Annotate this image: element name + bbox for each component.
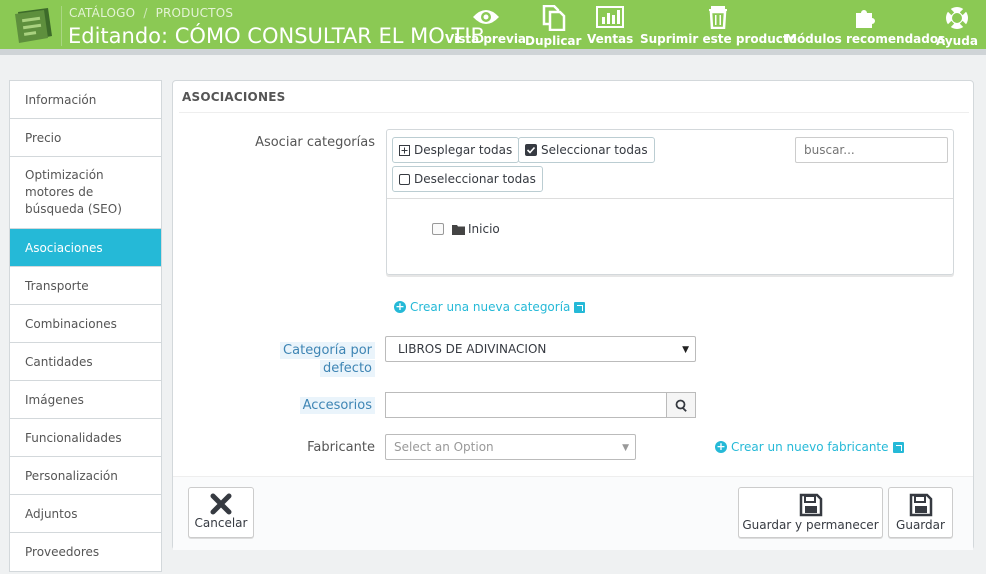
panel-title-divider: [179, 112, 969, 113]
lifebuoy-icon: [945, 7, 968, 29]
accessories-label-text: Accesorios: [299, 397, 375, 414]
recommended-modules-button[interactable]: Módulos recomendados: [785, 5, 945, 46]
tab-attachments[interactable]: Adjuntos: [10, 495, 161, 533]
tab-information[interactable]: Información: [10, 81, 161, 119]
breadcrumb-catalog[interactable]: CATÁLOGO: [69, 6, 135, 20]
tab-seo[interactable]: Optimización motores de búsqueda (SEO): [10, 157, 161, 229]
product-tabs: Información Precio Optimización motores …: [9, 80, 162, 572]
help-button[interactable]: Ayuda: [936, 5, 978, 48]
select-all-button[interactable]: Seleccionar todas: [518, 137, 655, 163]
root-category-label[interactable]: Inicio: [468, 222, 500, 236]
category-search-input[interactable]: [795, 137, 948, 163]
save-and-stay-button[interactable]: Guardar y permanecer: [738, 487, 883, 538]
manufacturer-label: Fabricante: [307, 440, 375, 455]
category-tree: Desplegar todas Seleccionar todas Desele…: [386, 129, 954, 275]
tab-quantities[interactable]: Cantidades: [10, 343, 161, 381]
delete-product-button[interactable]: Suprimir este producto: [640, 5, 797, 46]
external-link-icon: [574, 301, 586, 313]
recommended-modules-label: Módulos recomendados: [785, 32, 946, 46]
tab-seo-label: Optimización motores de búsqueda (SEO): [25, 168, 122, 216]
search-icon: [675, 399, 687, 412]
tab-shipping[interactable]: Transporte: [10, 267, 161, 305]
new-category-label: Crear una nueva categoría: [410, 300, 571, 314]
plus-square-icon: [399, 144, 410, 156]
tab-features[interactable]: Funcionalidades: [10, 419, 161, 457]
breadcrumb-separator: /: [143, 6, 148, 20]
root-category-checkbox[interactable]: [432, 223, 444, 235]
accessories-input[interactable]: [385, 392, 667, 418]
caret-down-icon: ▼: [682, 345, 689, 355]
tab-suppliers[interactable]: Proveedores: [10, 533, 161, 571]
caret-down-icon: ▼: [622, 443, 629, 453]
copy-icon: [542, 5, 566, 31]
duplicate-button[interactable]: Duplicar: [525, 5, 581, 48]
check-square-icon: [525, 144, 537, 156]
help-label: Ayuda: [936, 34, 978, 48]
puzzle-icon: [856, 10, 876, 28]
plus-circle-icon: +: [394, 300, 406, 313]
panel-footer: Cancelar Guardar y permanecer Guardar: [173, 476, 973, 550]
default-category-label: Categoría por defecto: [280, 342, 375, 378]
external-link-icon: [892, 441, 904, 453]
preview-button[interactable]: Vista previa: [445, 5, 526, 46]
new-manufacturer-link[interactable]: + Crear un nuevo fabricante: [715, 440, 904, 454]
new-category-link[interactable]: + Crear una nueva categoría: [394, 300, 586, 314]
delete-product-label: Suprimir este producto: [640, 32, 797, 46]
cancel-button[interactable]: Cancelar: [188, 487, 254, 538]
associations-panel: ASOCIACIONES Asociar categorías Desplega…: [172, 80, 974, 550]
tab-images[interactable]: Imágenes: [10, 381, 161, 419]
trash-icon: [709, 6, 728, 29]
tab-customization[interactable]: Personalización: [10, 457, 161, 495]
new-manufacturer-label: Crear un nuevo fabricante: [731, 440, 889, 454]
default-category-select[interactable]: LIBROS DE ADIVINACION ▼: [385, 336, 696, 362]
tree-node-root: Inicio: [432, 222, 500, 236]
duplicate-label: Duplicar: [525, 34, 582, 48]
tab-price[interactable]: Precio: [10, 119, 161, 157]
deselect-all-button[interactable]: Deseleccionar todas: [392, 166, 543, 192]
empty-square-icon: [399, 173, 410, 185]
close-icon: [210, 493, 232, 515]
associate-categories-label: Asociar categorías: [255, 135, 375, 150]
preview-label: Vista previa: [445, 32, 527, 46]
panel-title: ASOCIACIONES: [182, 90, 286, 104]
accessories-search-button[interactable]: [666, 392, 696, 418]
manufacturer-select[interactable]: Select an Option ▼: [385, 434, 636, 460]
breadcrumb: CATÁLOGO / PRODUCTOS: [69, 6, 233, 20]
expand-all-label: Desplegar todas: [414, 143, 513, 157]
default-category-value: LIBROS DE ADIVINACION: [398, 342, 547, 356]
cancel-label: Cancelar: [194, 516, 248, 530]
floppy-disk-icon: [799, 493, 822, 517]
tab-associations[interactable]: Asociaciones: [10, 229, 161, 267]
save-label: Guardar: [896, 518, 945, 532]
save-button[interactable]: Guardar: [888, 487, 953, 538]
select-all-label: Seleccionar todas: [541, 143, 648, 157]
plus-circle-icon: +: [715, 440, 727, 453]
tree-divider: [387, 198, 953, 199]
accessories-label: Accesorios: [299, 397, 375, 414]
expand-all-button[interactable]: Desplegar todas: [392, 137, 520, 163]
manufacturer-placeholder: Select an Option: [394, 440, 494, 454]
default-category-label-line2: defecto: [319, 360, 375, 377]
default-category-label-line1: Categoría por: [280, 342, 375, 359]
page-title: Editando: CÓMO CONSULTAR EL MO TIB: [68, 24, 485, 48]
catalog-book-icon: [15, 8, 52, 43]
deselect-all-label: Deseleccionar todas: [414, 172, 536, 186]
page-header: CATÁLOGO / PRODUCTOS Editando: CÓMO CONSUL…: [0, 0, 986, 55]
sales-label: Ventas: [587, 32, 634, 46]
floppy-disk-icon: [909, 493, 932, 517]
folder-icon: [452, 224, 465, 235]
breadcrumb-products[interactable]: PRODUCTOS: [156, 6, 234, 20]
header-divider: [61, 6, 62, 46]
tab-combinations[interactable]: Combinaciones: [10, 305, 161, 343]
sales-button[interactable]: Ventas: [587, 5, 633, 46]
save-and-stay-label: Guardar y permanecer: [742, 518, 879, 532]
eye-icon: [472, 10, 499, 24]
bar-chart-icon: [596, 6, 625, 28]
